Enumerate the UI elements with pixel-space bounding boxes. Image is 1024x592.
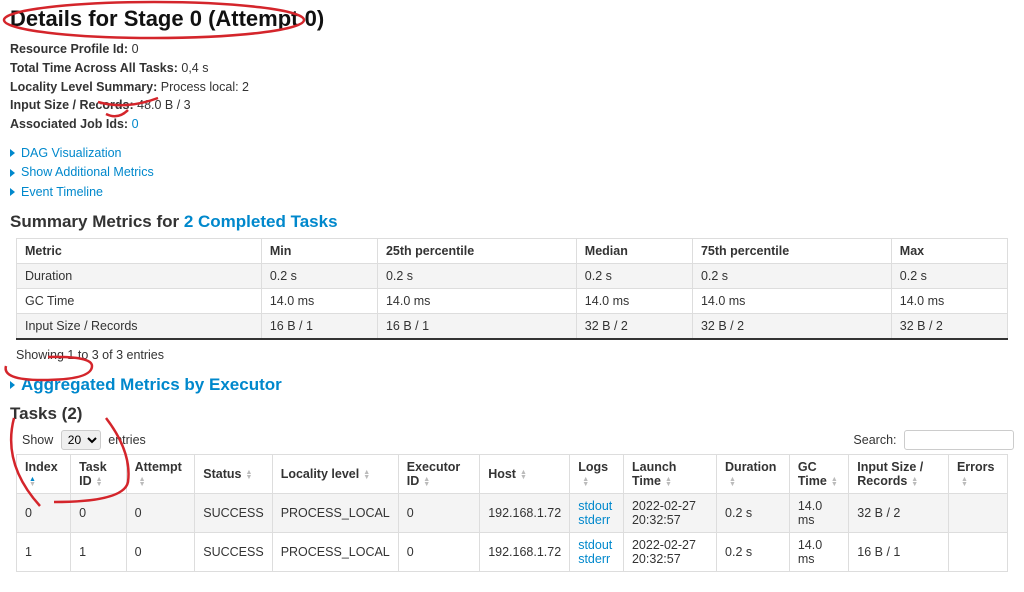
tasks-heading: Tasks (2) xyxy=(10,404,1014,424)
table-row: Duration0.2 s0.2 s0.2 s0.2 s0.2 s xyxy=(17,263,1008,288)
caret-right-icon xyxy=(10,381,15,389)
additional-metrics-toggle[interactable]: Show Additional Metrics xyxy=(10,163,1014,182)
caret-right-icon xyxy=(10,149,15,157)
stderr-link[interactable]: stderr xyxy=(578,552,615,566)
column-header[interactable]: Executor ID▲▼ xyxy=(398,455,479,494)
sort-arrows-icon: ▲▼ xyxy=(245,470,252,480)
stdout-link[interactable]: stdout xyxy=(578,499,615,513)
column-header[interactable]: Index▲▼ xyxy=(17,455,71,494)
entries-info: Showing 1 to 3 of 3 entries xyxy=(16,348,1008,362)
sort-arrows-icon: ▲▼ xyxy=(363,470,370,480)
column-header[interactable]: Errors▲▼ xyxy=(948,455,1007,494)
summary-header: Max xyxy=(891,238,1007,263)
table-row: 000SUCCESSPROCESS_LOCAL0192.168.1.72stdo… xyxy=(17,494,1008,533)
table-row: Input Size / Records16 B / 116 B / 132 B… xyxy=(17,313,1008,339)
column-header[interactable]: Host▲▼ xyxy=(480,455,570,494)
search-input[interactable] xyxy=(904,430,1014,450)
show-entries-control: Show 20 entries xyxy=(22,430,146,450)
column-header[interactable]: GC Time▲▼ xyxy=(789,455,848,494)
sort-arrows-icon: ▲▼ xyxy=(520,470,527,480)
page-title: Details for Stage 0 (Attempt 0) xyxy=(10,6,1014,32)
sort-arrows-icon: ▲▼ xyxy=(831,477,838,487)
sort-arrows-icon: ▲▼ xyxy=(96,477,103,487)
column-header[interactable]: Task ID▲▼ xyxy=(71,455,127,494)
caret-right-icon xyxy=(10,188,15,196)
page-length-select[interactable]: 20 xyxy=(61,430,101,450)
detail-locality: Locality Level Summary: Process local: 2 xyxy=(10,78,1014,97)
column-header[interactable]: Duration▲▼ xyxy=(717,455,790,494)
column-header[interactable]: Logs▲▼ xyxy=(570,455,624,494)
aggregated-metrics-toggle[interactable]: Aggregated Metrics by Executor xyxy=(10,372,1014,398)
sort-arrows-icon: ▲▼ xyxy=(582,477,589,487)
detail-resource-profile: Resource Profile Id: 0 xyxy=(10,40,1014,59)
table-row: GC Time14.0 ms14.0 ms14.0 ms14.0 ms14.0 … xyxy=(17,288,1008,313)
associated-job-link[interactable]: 0 xyxy=(132,117,139,131)
summary-header: Metric xyxy=(17,238,262,263)
detail-total-time: Total Time Across All Tasks: 0,4 s xyxy=(10,59,1014,78)
detail-associated-jobs: Associated Job Ids: 0 xyxy=(10,115,1014,134)
column-header[interactable]: Status▲▼ xyxy=(195,455,272,494)
column-header[interactable]: Input Size / Records▲▼ xyxy=(849,455,949,494)
summary-header: Min xyxy=(261,238,377,263)
detail-input-size: Input Size / Records: 48.0 B / 3 xyxy=(10,96,1014,115)
sort-arrows-icon: ▲▼ xyxy=(665,477,672,487)
detail-list: Resource Profile Id: 0 Total Time Across… xyxy=(10,40,1014,134)
column-header[interactable]: Launch Time▲▼ xyxy=(623,455,716,494)
sort-arrows-icon: ▲▼ xyxy=(423,477,430,487)
summary-header: Median xyxy=(576,238,692,263)
summary-header: 75th percentile xyxy=(692,238,891,263)
summary-metrics-heading: Summary Metrics for 2 Completed Tasks xyxy=(10,212,1014,232)
sort-arrows-icon: ▲▼ xyxy=(139,477,146,487)
summary-metrics-table: MetricMin25th percentileMedian75th perce… xyxy=(16,238,1008,340)
summary-header: 25th percentile xyxy=(377,238,576,263)
column-header[interactable]: Locality level▲▼ xyxy=(272,455,398,494)
event-timeline-toggle[interactable]: Event Timeline xyxy=(10,183,1014,202)
caret-right-icon xyxy=(10,169,15,177)
sort-arrows-icon: ▲▼ xyxy=(961,477,968,487)
table-row: 110SUCCESSPROCESS_LOCAL0192.168.1.72stdo… xyxy=(17,533,1008,572)
search-control: Search: xyxy=(853,430,1014,450)
completed-tasks-link[interactable]: 2 Completed Tasks xyxy=(184,212,338,231)
sort-arrows-icon: ▲▼ xyxy=(29,477,36,487)
stdout-link[interactable]: stdout xyxy=(578,538,615,552)
tasks-table: Index▲▼Task ID▲▼Attempt▲▼Status▲▼Localit… xyxy=(16,454,1008,572)
dag-visualization-toggle[interactable]: DAG Visualization xyxy=(10,144,1014,163)
sort-arrows-icon: ▲▼ xyxy=(729,477,736,487)
column-header[interactable]: Attempt▲▼ xyxy=(126,455,195,494)
stderr-link[interactable]: stderr xyxy=(578,513,615,527)
sort-arrows-icon: ▲▼ xyxy=(911,477,918,487)
